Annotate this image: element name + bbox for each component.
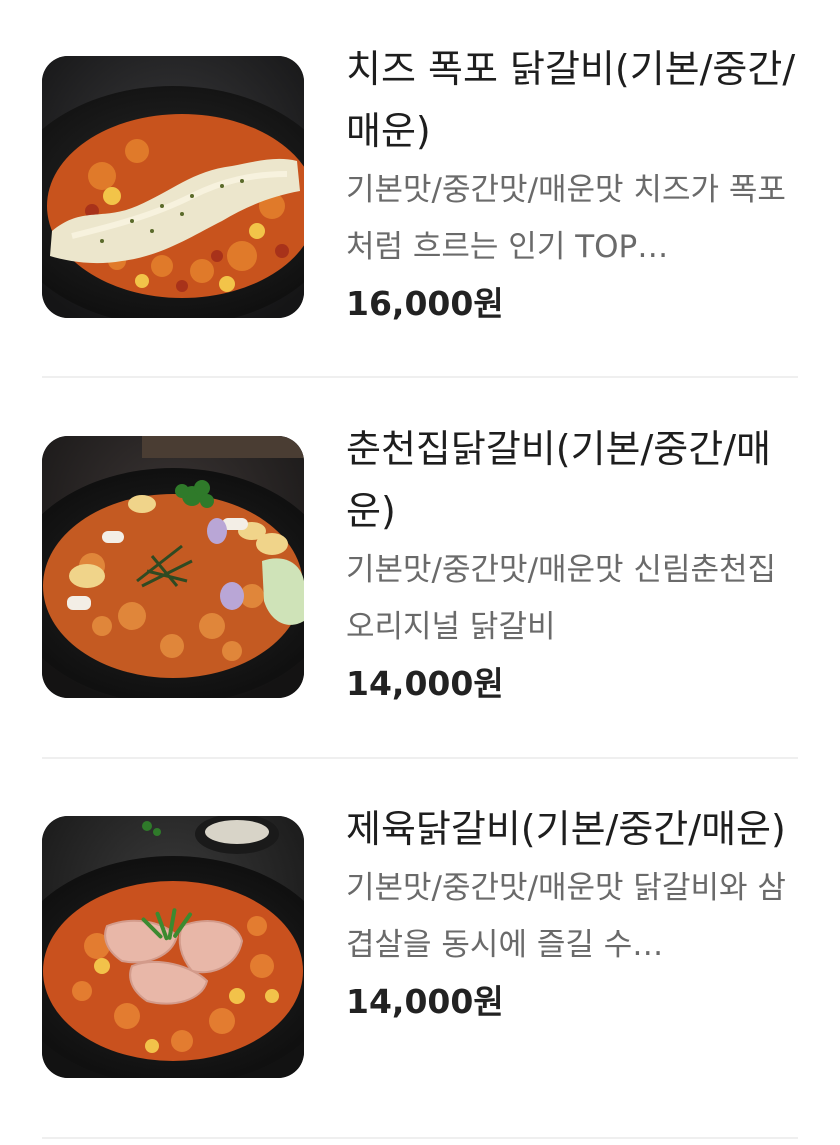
menu-item-image[interactable] xyxy=(42,56,304,318)
menu-item-info: 치즈 폭포 닭갈비(기본/중간/매운) 기본맛/중간맛/매운맛 치즈가 폭포처럼… xyxy=(346,38,798,332)
menu-item-info: 제육닭갈비(기본/중간/매운) 기본맛/중간맛/매운맛 닭갈비와 삼겹살을 동시… xyxy=(346,798,798,1030)
pork-dakgalbi-photo xyxy=(42,816,304,1078)
menu-item-price: 16,000원 xyxy=(346,284,504,323)
menu-item-pork-dakgalbi[interactable]: 제육닭갈비(기본/중간/매운) 기본맛/중간맛/매운맛 닭갈비와 삼겹살을 동시… xyxy=(42,760,798,1140)
menu-item-name: 춘천집닭갈비(기본/중간/매운) xyxy=(346,427,771,533)
menu-item-chuncheon-dakgalbi[interactable]: 춘천집닭갈비(기본/중간/매운) 기본맛/중간맛/매운맛 신림춘천집 오리지널 … xyxy=(42,380,798,760)
menu-item-description: 기본맛/중간맛/매운맛 치즈가 폭포처럼 흐르는 인기 TOP… xyxy=(346,172,786,265)
menu-item-info: 춘천집닭갈비(기본/중간/매운) 기본맛/중간맛/매운맛 신림춘천집 오리지널 … xyxy=(346,418,798,712)
menu-item-name: 제육닭갈비(기본/중간/매운) xyxy=(346,807,786,851)
chuncheon-dakgalbi-photo xyxy=(42,436,304,698)
menu-item-description: 기본맛/중간맛/매운맛 신림춘천집 오리지널 닭갈비 xyxy=(346,552,777,645)
menu-item-price: 14,000원 xyxy=(346,982,504,1021)
divider xyxy=(42,757,798,759)
menu-item-price: 14,000원 xyxy=(346,664,504,703)
divider xyxy=(42,376,798,378)
menu-item-name: 치즈 폭포 닭갈비(기본/중간/매운) xyxy=(346,47,796,153)
menu-item-description: 기본맛/중간맛/매운맛 닭갈비와 삼겹살을 동시에 즐길 수… xyxy=(346,870,786,963)
cheese-dakgalbi-photo xyxy=(42,56,304,318)
divider xyxy=(42,1137,798,1139)
menu-item-cheese-dakgalbi[interactable]: 치즈 폭포 닭갈비(기본/중간/매운) 기본맛/중간맛/매운맛 치즈가 폭포처럼… xyxy=(42,0,798,380)
menu-item-image[interactable] xyxy=(42,436,304,698)
menu-item-image[interactable] xyxy=(42,816,304,1078)
